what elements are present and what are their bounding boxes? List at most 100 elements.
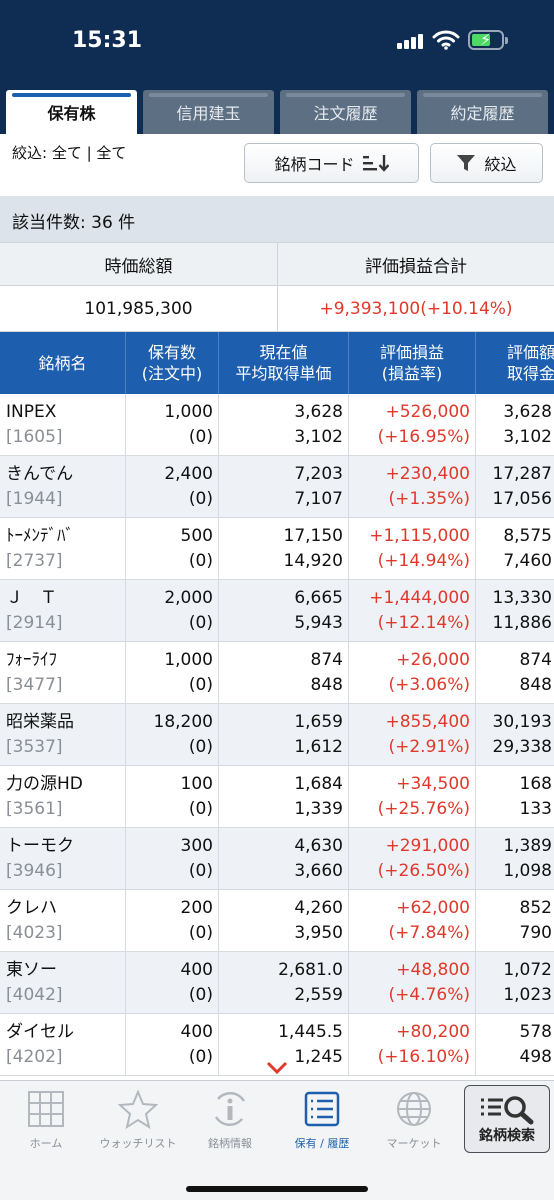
market-value-label: 時価総額 <box>104 256 173 277</box>
value-value: 3,628 <box>503 402 552 422</box>
filter-row: 絞込: 全て | 全て 銘柄コード 絞込 <box>0 134 554 196</box>
table-row[interactable]: INPEX [1605] 1,000 (0) 3,628 3,102 +526,000 (+1… <box>0 394 554 456</box>
star-icon <box>118 1089 158 1129</box>
nav-home[interactable]: ホーム <box>0 1089 92 1159</box>
col-name[interactable]: 銘柄名 <box>0 332 126 394</box>
name-cell: Ｊ Ｔ [2914] <box>0 580 126 642</box>
cost-value: 133 <box>519 799 552 819</box>
ordering-value: (0) <box>188 737 213 757</box>
pl-value: +230,400 <box>385 464 470 484</box>
qty-value: 300 <box>180 836 213 856</box>
table-row[interactable]: 力の源HD [3561] 100 (0) 1,684 1,339 +34,500 (+25.7… <box>0 766 554 828</box>
quantity-cell: 400 (0) <box>126 952 219 1014</box>
nav-holdings-history[interactable]: 保有 / 履歴 <box>276 1089 368 1159</box>
col-price[interactable]: 現在値 平均取得単価 <box>219 332 349 394</box>
table-row[interactable]: ﾄｰﾒﾝﾃﾞﾊﾞ [2737] 500 (0) 17,150 14,920 +1,115,0… <box>0 518 554 580</box>
stock-name: 昭栄薬品 <box>6 712 74 732</box>
price-value: 1,659 <box>294 712 343 732</box>
table-row[interactable]: きんでん [1944] 2,400 (0) 7,203 7,107 +230,400 (+1.… <box>0 456 554 518</box>
tab-margin-positions[interactable]: 信用建玉 <box>143 90 274 134</box>
pl-value: +80,200 <box>396 1022 470 1042</box>
name-cell: INPEX [1605] <box>0 394 126 456</box>
price-cell: 1,684 1,339 <box>219 766 349 828</box>
col-quantity[interactable]: 保有数 (注文中) <box>126 332 219 394</box>
rate-value: (+4.76%) <box>388 985 470 1005</box>
stock-code: [3561] <box>6 799 63 819</box>
pl-cell: +1,444,000 (+12.14%) <box>349 580 476 642</box>
table-row[interactable]: ﾌｫｰﾗｲﾌ [3477] 1,000 (0) 874 848 +26,000 (+3.06%… <box>0 642 554 704</box>
summary-values: 101,985,300 +9,393,100(+10.14%) <box>0 286 554 332</box>
filter-button[interactable]: 絞込 <box>430 143 543 183</box>
ordering-value: (0) <box>188 985 213 1005</box>
cost-value: 1,023 <box>503 985 552 1005</box>
col-value[interactable]: 評価額 取得金 <box>476 332 554 394</box>
value-cell: 852 790 <box>476 890 554 952</box>
value-value: 1,389 <box>503 836 552 856</box>
rate-value: (+3.06%) <box>388 675 470 695</box>
table-row[interactable]: 東ソー [4042] 400 (0) 2,681.0 2,559 +48,800 (+4.76… <box>0 952 554 1014</box>
rate-value: (+16.10%) <box>377 1047 470 1067</box>
name-cell: 東ソー [4042] <box>0 952 126 1014</box>
table-row[interactable]: 昭栄薬品 [3537] 18,200 (0) 1,659 1,612 +855,400 (+2… <box>0 704 554 766</box>
tab-order-history[interactable]: 注文履歴 <box>280 90 411 134</box>
price-value: 3,628 <box>294 402 343 422</box>
pl-cell: +48,800 (+4.76%) <box>349 952 476 1014</box>
price-value: 1,445.5 <box>278 1022 343 1042</box>
ordering-value: (0) <box>188 613 213 633</box>
table-row[interactable]: Ｊ Ｔ [2914] 2,000 (0) 6,665 5,943 +1,444,000 (+1… <box>0 580 554 642</box>
rate-value: (+12.14%) <box>377 613 470 633</box>
price-cell: 874 848 <box>219 642 349 704</box>
name-cell: きんでん [1944] <box>0 456 126 518</box>
tab-holdings[interactable]: 保有株 <box>6 90 137 134</box>
filter-button-label: 絞込 <box>484 155 517 174</box>
cost-value: 3,102 <box>503 427 552 447</box>
pl-value: +526,000 <box>385 402 470 422</box>
quantity-cell: 2,400 (0) <box>126 456 219 518</box>
stock-name: INPEX <box>6 402 57 422</box>
qty-value: 1,000 <box>164 650 213 670</box>
pl-cell: +80,200 (+16.10%) <box>349 1014 476 1076</box>
value-cell: 17,287 17,056 <box>476 456 554 518</box>
name-cell: ﾄｰﾒﾝﾃﾞﾊﾞ [2737] <box>0 518 126 580</box>
cost-value: 29,338 <box>492 737 552 757</box>
value-cell: 30,193 29,338 <box>476 704 554 766</box>
pl-value: +1,115,000 <box>369 526 470 546</box>
scroll-down-chevron-icon[interactable] <box>266 1061 288 1075</box>
col-pl[interactable]: 評価損益 (損益率) <box>349 332 476 394</box>
stock-name: Ｊ Ｔ <box>6 588 57 608</box>
price-value: 2,681.0 <box>278 960 343 980</box>
rate-value: (+16.95%) <box>377 427 470 447</box>
stock-code: [3477] <box>6 675 63 695</box>
qty-value: 2,400 <box>164 464 213 484</box>
pl-value: +855,400 <box>385 712 470 732</box>
pl-cell: +26,000 (+3.06%) <box>349 642 476 704</box>
nav-stock-info[interactable]: 銘柄情報 <box>184 1089 276 1159</box>
price-cell: 17,150 14,920 <box>219 518 349 580</box>
quantity-cell: 500 (0) <box>126 518 219 580</box>
tab-bar: 保有株 信用建玉 注文履歴 約定履歴 <box>0 84 554 134</box>
name-cell: 昭栄薬品 [3537] <box>0 704 126 766</box>
pl-value: +291,000 <box>385 836 470 856</box>
rate-value: (+2.91%) <box>388 737 470 757</box>
stock-code: [3946] <box>6 861 63 881</box>
globe-icon <box>397 1092 431 1126</box>
stock-name: 東ソー <box>6 960 57 980</box>
nav-watchlist[interactable]: ウォッチリスト <box>92 1089 184 1159</box>
cost-value: 498 <box>519 1047 552 1067</box>
nav-stock-search-button[interactable]: 銘柄検索 <box>464 1085 550 1153</box>
avg-value: 7,107 <box>294 489 343 509</box>
value-cell: 1,072 1,023 <box>476 952 554 1014</box>
name-cell: ダイセル [4202] <box>0 1014 126 1076</box>
quantity-cell: 200 (0) <box>126 890 219 952</box>
tab-execution-history[interactable]: 約定履歴 <box>417 90 548 134</box>
table-row[interactable]: トーモク [3946] 300 (0) 4,630 3,660 +291,000 (+26.5… <box>0 828 554 890</box>
quantity-cell: 1,000 (0) <box>126 394 219 456</box>
status-time: 15:31 <box>72 28 143 53</box>
battery-icon: ⚡ <box>468 30 508 50</box>
sort-code-button[interactable]: 銘柄コード <box>244 143 419 183</box>
nav-market[interactable]: マーケット <box>368 1089 460 1159</box>
table-row[interactable]: クレハ [4023] 200 (0) 4,260 3,950 +62,000 (+7.84%)… <box>0 890 554 952</box>
ordering-value: (0) <box>188 489 213 509</box>
pl-cell: +34,500 (+25.76%) <box>349 766 476 828</box>
stock-name: トーモク <box>6 836 74 856</box>
